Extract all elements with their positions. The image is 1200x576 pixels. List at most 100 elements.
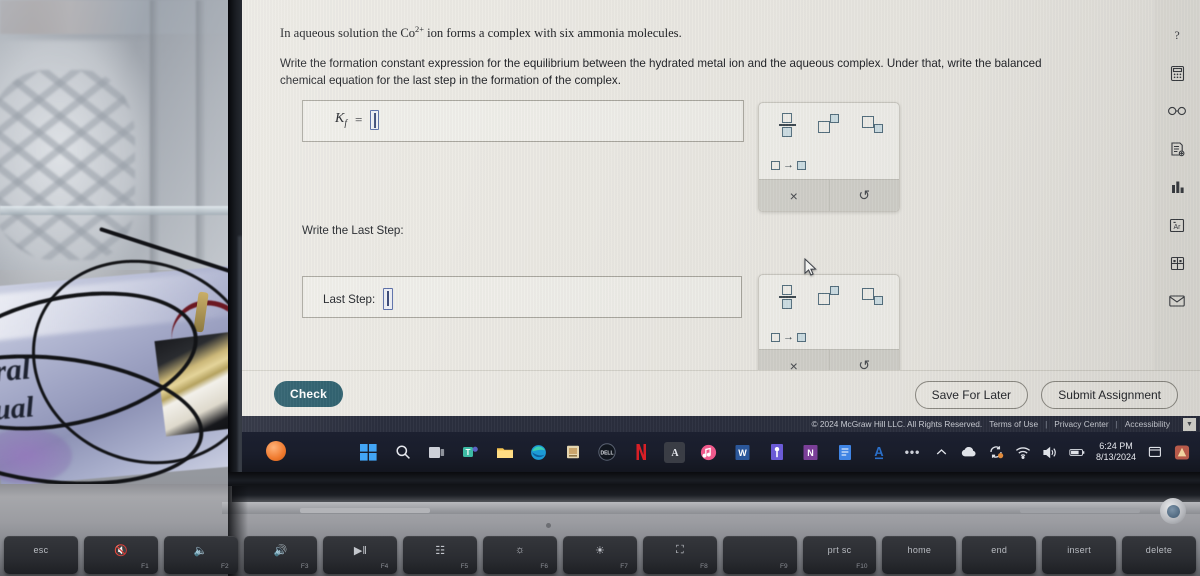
calculator-icon[interactable]	[1166, 62, 1188, 84]
check-button[interactable]: Check	[274, 381, 344, 407]
reader-icon[interactable]: A	[868, 442, 889, 463]
key-f3-volume-up[interactable]: 🔊 F3	[243, 536, 318, 574]
last-step-label: Last Step:	[323, 292, 376, 306]
volume-down-icon: 🔈	[193, 545, 208, 557]
bar-chart-icon[interactable]	[1166, 176, 1188, 198]
key-f9[interactable]: F9	[722, 536, 797, 574]
keyboard-backlight-icon: ☷	[435, 545, 446, 557]
fraction-button-2[interactable]	[771, 283, 803, 311]
netflix-icon[interactable]	[630, 442, 651, 463]
privacy-center-link[interactable]: Privacy Center	[1054, 419, 1108, 429]
key-f5-keyboard-light[interactable]: ☷ F5	[403, 536, 478, 574]
superscript-button[interactable]	[815, 111, 847, 139]
task-view-icon[interactable]	[426, 442, 447, 463]
clear-button[interactable]: ×	[759, 180, 829, 211]
key-f5-fn-label: F5	[460, 563, 469, 570]
kf-answer-box[interactable]: Kf =	[302, 100, 744, 142]
edge-icon[interactable]	[528, 442, 549, 463]
cloud-icon[interactable]	[961, 444, 977, 460]
math-palette-bottom[interactable]: → × ↺	[758, 274, 900, 382]
key-f1-fn-label: F1	[141, 563, 149, 570]
superscript-button-2[interactable]	[815, 283, 847, 311]
key-f1-mute[interactable]: 🔇 F1	[83, 536, 158, 574]
key-f8-fn-label: F8	[700, 563, 708, 570]
power-button[interactable]	[1160, 498, 1186, 524]
math-palette-top[interactable]: → × ↺	[758, 102, 900, 212]
onenote-icon[interactable]: N	[800, 442, 821, 463]
key-f2-volume-down[interactable]: 🔈 F2	[163, 536, 238, 574]
laptop-speaker-grille-right	[1020, 508, 1140, 513]
key-delete[interactable]: delete	[1122, 536, 1196, 574]
screenshot-root: ral ual In aqueous solution the Co2+ ion…	[0, 0, 1200, 576]
start-button[interactable]	[358, 442, 379, 463]
music-icon[interactable]	[698, 442, 719, 463]
undo-button[interactable]: ↺	[828, 180, 900, 211]
key-f7-brightness-up[interactable]: ☀ F7	[563, 536, 637, 574]
problem-body: In aqueous solution the Co2+ ion forms a…	[280, 24, 1080, 90]
key-print-screen[interactable]: prt sc F10	[802, 536, 877, 574]
store-icon[interactable]	[562, 442, 583, 463]
overflow-icon[interactable]: •••	[902, 442, 923, 463]
action-bar: Check Save For Later Submit Assignment	[242, 370, 1200, 416]
equals-sign: =	[354, 112, 363, 127]
mail-icon[interactable]	[1166, 290, 1188, 312]
terms-of-use-link[interactable]: Terms of Use	[989, 419, 1038, 429]
key-f8-display[interactable]: ⛶ F8	[642, 536, 717, 574]
kf-input-field[interactable]	[370, 110, 380, 130]
key-f4-play-pause[interactable]: ▶‖ F4	[323, 536, 398, 574]
tray-chevron-icon[interactable]	[934, 444, 950, 460]
key-f2-fn-label: F2	[220, 563, 229, 570]
windows-taskbar: T DELL A W N A ••• 6:24 PM 8/13/2024	[242, 432, 1200, 472]
activity-icon[interactable]	[766, 442, 787, 463]
word-icon[interactable]: W	[732, 442, 753, 463]
teams-icon[interactable]: T	[460, 442, 481, 463]
svg-text:T: T	[466, 448, 471, 457]
help-icon[interactable]: ?	[1166, 24, 1188, 46]
tool-rail: ? Ar	[1154, 0, 1200, 370]
clock[interactable]: 6:24 PM 8/13/2024	[1096, 441, 1136, 464]
key-end[interactable]: end	[962, 536, 1037, 574]
glass-table-edge	[0, 206, 238, 215]
last-step-input-field[interactable]	[383, 288, 394, 310]
fraction-button[interactable]	[771, 111, 803, 139]
reference-sheet-icon[interactable]	[1166, 138, 1188, 160]
reaction-arrow-button[interactable]: →	[771, 151, 815, 179]
save-for-later-button[interactable]: Save For Later	[914, 381, 1028, 409]
key-insert[interactable]: insert	[1042, 536, 1117, 574]
file-explorer-icon[interactable]	[494, 442, 515, 463]
volume-icon[interactable]	[1042, 444, 1058, 460]
periodic-table-icon[interactable]: Ar	[1166, 214, 1188, 236]
key-esc[interactable]: esc	[4, 536, 78, 574]
key-prtsc-label: prt sc	[827, 545, 852, 555]
app-tray-icon[interactable]	[1174, 444, 1190, 460]
problem-statement-line-1: In aqueous solution the Co2+ ion forms a…	[280, 24, 1080, 42]
reaction-arrow-button-2[interactable]: →	[771, 323, 815, 351]
last-step-answer-box[interactable]: Last Step:	[302, 276, 742, 318]
notification-center-icon[interactable]	[1147, 444, 1163, 460]
superscript-icon-2	[818, 286, 844, 308]
svg-text:N: N	[807, 448, 814, 458]
dell-icon[interactable]: DELL	[596, 442, 617, 463]
wifi-icon[interactable]	[1015, 444, 1031, 460]
problem-text-suffix: ion forms a complex with six ammonia mol…	[423, 26, 682, 41]
accessibility-link[interactable]: Accessibility	[1125, 419, 1170, 429]
reaction-arrow-icon: →	[771, 159, 806, 171]
key-home[interactable]: home	[882, 536, 957, 574]
search-icon[interactable]	[392, 442, 413, 463]
system-tray: 6:24 PM 8/13/2024	[934, 432, 1190, 472]
scrollbar-down-arrow[interactable]: ▼	[1183, 418, 1196, 431]
glasses-icon[interactable]	[1166, 100, 1188, 122]
molecular-model-icon[interactable]	[1166, 252, 1188, 274]
acrobat-icon[interactable]: A	[664, 441, 685, 463]
key-prtsc-fn-label: F10	[856, 563, 868, 570]
sync-icon[interactable]	[988, 444, 1004, 460]
key-f6-brightness-down[interactable]: ☼ F6	[483, 536, 558, 574]
battery-icon[interactable]	[1069, 444, 1085, 460]
svg-text:W: W	[738, 448, 747, 458]
subscript-button[interactable]	[859, 111, 891, 139]
docs-icon[interactable]	[834, 442, 855, 463]
subscript-button-2[interactable]	[859, 283, 891, 311]
key-f7-fn-label: F7	[620, 563, 628, 570]
submit-assignment-button[interactable]: Submit Assignment	[1041, 381, 1178, 409]
app-notification-badge-icon[interactable]	[266, 441, 286, 461]
